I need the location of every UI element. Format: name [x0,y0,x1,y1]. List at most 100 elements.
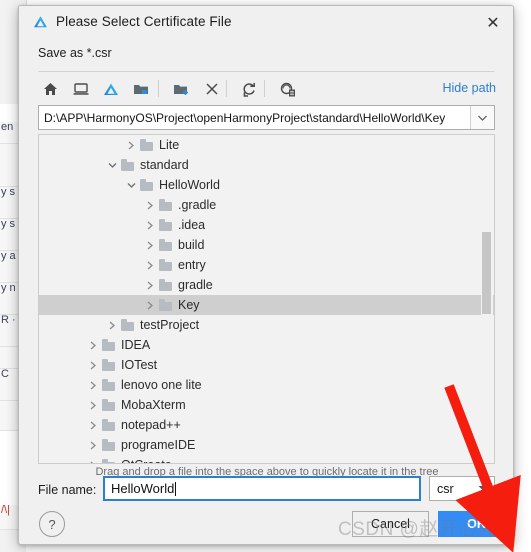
toolbar-divider-1 [158,80,159,97]
chevron-right-icon[interactable] [87,355,99,375]
folder-icon [102,399,115,411]
desktop-icon[interactable] [68,77,93,101]
folder-icon [140,179,153,191]
folder-icon [102,419,115,431]
tree-row-label: Key [178,297,200,312]
tree-row-label: notepad++ [121,417,181,432]
chevron-right-icon[interactable] [106,315,118,335]
tree-row[interactable]: IDEA [39,335,494,355]
tree-row[interactable]: OtCreate [39,455,494,464]
tree-row-label: IDEA [121,337,151,352]
folder-icon [102,379,115,391]
folder-icon [121,159,134,171]
chevron-right-icon[interactable] [125,135,137,155]
tree-scrollbar-track[interactable] [481,136,493,462]
chevron-right-icon[interactable] [144,295,156,315]
project-icon[interactable] [98,77,123,101]
tree-row-label: .gradle [178,197,217,212]
chevron-down-icon[interactable] [106,155,118,175]
tree-row[interactable]: .gradle [39,195,494,215]
folder-icon [159,279,172,291]
chevron-down-icon[interactable] [472,477,494,500]
chevron-down-icon[interactable] [125,175,137,195]
tree-row[interactable]: testProject [39,315,494,335]
folder-icon [159,199,172,211]
tree-row-label: standard [140,157,189,172]
tree-row-label: .idea [178,217,206,232]
folder-icon [140,139,153,151]
show-hidden-icon[interactable] [275,77,300,101]
tree-row[interactable]: notepad++ [39,415,494,435]
extension-combobox[interactable]: csr [429,476,495,501]
directory-tree[interactable]: Lite standard HelloWorld .gradle .idea build e… [38,134,495,464]
file-name-label: File name: [38,483,97,497]
chevron-right-icon[interactable] [144,275,156,295]
refresh-icon[interactable] [236,77,261,101]
chevron-right-icon[interactable] [87,435,99,455]
chevron-right-icon[interactable] [144,195,156,215]
tree-row[interactable]: lenovo one lite [39,375,494,395]
tree-row[interactable]: MobaXterm [39,395,494,415]
hide-path-link[interactable]: Hide path [442,81,496,95]
chevron-right-icon[interactable] [87,415,99,435]
tree-row[interactable]: HelloWorld [39,175,494,195]
chevron-right-icon[interactable] [87,375,99,395]
tree-row[interactable]: gradle [39,275,494,295]
toolbar-divider-2 [226,80,227,97]
extension-value: csr [437,481,454,496]
file-name-input[interactable]: HelloWorld [103,476,421,501]
deveco-logo-icon [32,14,49,31]
close-icon[interactable]: ✕ [483,13,503,33]
chevron-right-icon[interactable] [144,235,156,255]
chevron-down-icon[interactable] [470,106,494,129]
ok-button[interactable]: OK [438,511,513,537]
new-folder-icon[interactable] [169,77,194,101]
path-value: D:\APP\HarmonyOS\Project\openHarmonyProj… [44,110,446,125]
tree-row[interactable]: Lite [39,135,494,155]
tree-row-label: HelloWorld [159,177,220,192]
toolbar-divider-3 [264,80,265,97]
folder-icon [102,359,115,371]
tree-row[interactable]: programeIDE [39,435,494,455]
tree-row-label: entry [178,257,206,272]
tree-scrollbar-thumb[interactable] [482,232,491,314]
delete-icon[interactable] [199,77,224,101]
folder-icon [102,339,115,351]
folder-icon [102,439,115,451]
tree-row-label: Lite [159,137,180,152]
file-chooser-toolbar: Hide path [38,75,496,103]
tree-row-label: build [178,237,205,252]
chevron-right-icon[interactable] [144,255,156,275]
folder-icon [159,259,172,271]
tree-row[interactable]: entry [39,255,494,275]
tree-row-label: MobaXterm [121,397,186,412]
tree-row-label: OtCreate [121,458,172,464]
folder-icon [102,459,115,463]
tree-row-label: IOTest [121,357,158,372]
chevron-right-icon[interactable] [87,395,99,415]
tree-row[interactable]: build [39,235,494,255]
header-divider [38,71,494,72]
tree-row[interactable]: IOTest [39,355,494,375]
tree-row-container: Lite standard HelloWorld .gradle .idea build e… [39,135,494,464]
tree-row-label: programeIDE [121,437,196,452]
dialog-title-bar: Please Select Certificate File ✕ [19,6,513,39]
dialog-subtitle: Save as *.csr [38,46,112,60]
select-certificate-file-dialog: Please Select Certificate File ✕ Save as… [18,5,514,545]
tree-row-label: testProject [140,317,200,332]
dialog-title: Please Select Certificate File [56,14,232,29]
cancel-button[interactable]: Cancel [352,511,429,537]
home-icon[interactable] [38,77,63,101]
chevron-right-icon[interactable] [87,335,99,355]
module-folder-icon[interactable] [128,77,153,101]
tree-row[interactable]: standard [39,155,494,175]
help-button[interactable]: ? [39,511,65,537]
tree-row[interactable]: Key [39,295,494,315]
chevron-right-icon[interactable] [144,215,156,235]
tree-row[interactable]: .idea [39,215,494,235]
folder-icon [159,299,172,311]
folder-icon [159,239,172,251]
chevron-right-icon[interactable] [87,455,99,463]
folder-icon [121,319,134,331]
path-combobox[interactable]: D:\APP\HarmonyOS\Project\openHarmonyProj… [38,105,495,130]
